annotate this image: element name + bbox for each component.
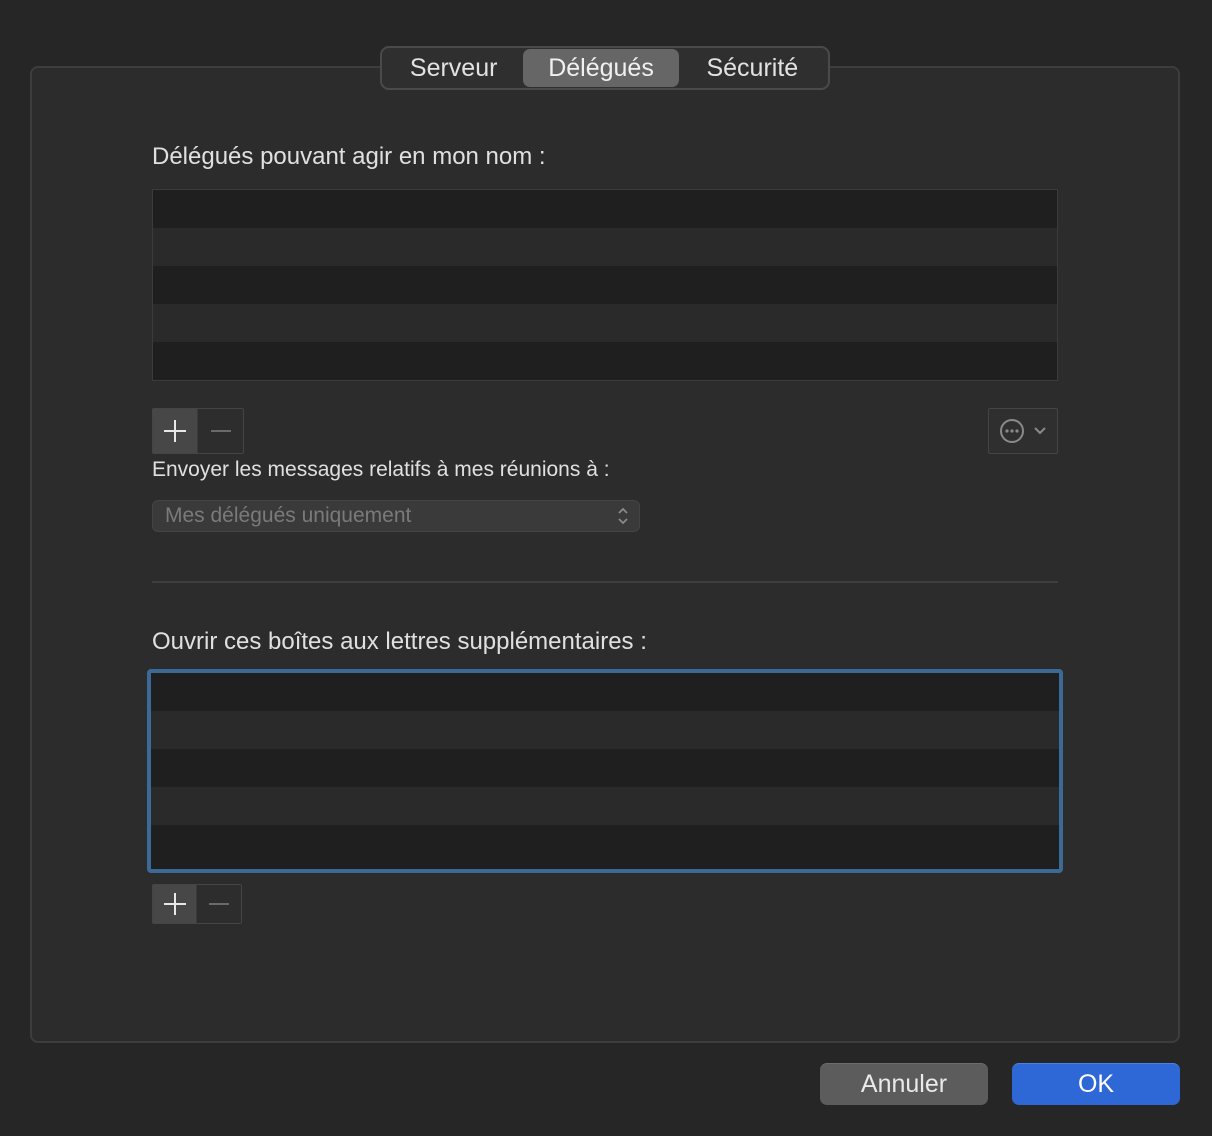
list-row: [153, 304, 1057, 342]
minus-icon: [210, 430, 231, 432]
delegates-dialog: Serveur Délégués Sécurité Délégués pouva…: [0, 0, 1212, 1136]
delegates-title: Délégués pouvant agir en mon nom :: [152, 143, 546, 170]
tab-bar: Serveur Délégués Sécurité: [380, 46, 830, 90]
tab-securite[interactable]: Sécurité: [679, 49, 826, 87]
minus-icon: [209, 903, 229, 905]
ellipsis-circle-icon: [1000, 419, 1024, 443]
delegate-actions-menu-button[interactable]: [988, 408, 1058, 454]
updown-arrows-icon: [618, 507, 628, 525]
meeting-messages-value: Mes délégués uniquement: [165, 504, 412, 527]
list-row: [151, 673, 1059, 711]
delegates-add-remove: [152, 408, 244, 454]
list-row: [151, 787, 1059, 825]
list-row: [153, 190, 1057, 228]
add-delegate-button[interactable]: [153, 409, 198, 453]
mailboxes-add-remove: [152, 884, 242, 924]
meeting-messages-popup[interactable]: Mes délégués uniquement: [152, 500, 640, 532]
chevron-down-icon: [1034, 427, 1046, 435]
mailboxes-title: Ouvrir ces boîtes aux lettres supplément…: [152, 628, 647, 655]
remove-mailbox-button[interactable]: [197, 885, 241, 923]
delegates-list[interactable]: [152, 189, 1058, 381]
list-row: [153, 228, 1057, 266]
plus-icon: [164, 420, 186, 442]
remove-delegate-button[interactable]: [198, 409, 243, 453]
cancel-button[interactable]: Annuler: [820, 1063, 988, 1105]
list-row: [153, 342, 1057, 380]
list-row: [151, 825, 1059, 863]
plus-icon: [163, 893, 186, 915]
tab-delegues[interactable]: Délégués: [523, 49, 679, 87]
section-divider: [152, 581, 1058, 583]
tab-serveur[interactable]: Serveur: [384, 49, 523, 87]
meeting-messages-label: Envoyer les messages relatifs à mes réun…: [152, 458, 610, 481]
list-row: [153, 266, 1057, 304]
add-mailbox-button[interactable]: [153, 885, 198, 923]
ok-button[interactable]: OK: [1012, 1063, 1180, 1105]
list-row: [151, 749, 1059, 787]
list-row: [151, 711, 1059, 749]
mailboxes-list[interactable]: [147, 669, 1063, 873]
